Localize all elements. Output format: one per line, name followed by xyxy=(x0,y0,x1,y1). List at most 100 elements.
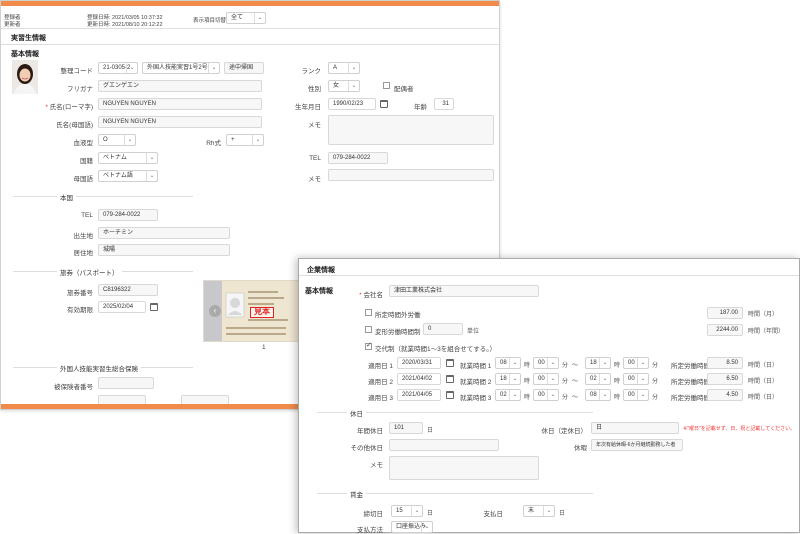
end-hour-select[interactable]: 08 ⌄ xyxy=(585,389,611,401)
name-field[interactable]: NGUYEN NGUYEN xyxy=(98,98,262,110)
sample-stamp: 見本 xyxy=(250,307,274,318)
start-hour-select[interactable]: 02 ⌄ xyxy=(495,389,521,401)
display-switch-select[interactable]: 全て ⌄ xyxy=(226,12,266,24)
holiday-memo-label: メモ xyxy=(370,462,383,469)
work-hours-label: 就業時間 1 xyxy=(460,363,492,370)
chevron-down-icon: ⌄ xyxy=(547,390,558,400)
flex-hours-label: 変形労働時間制 xyxy=(375,329,421,336)
flex-hours-checkbox[interactable] xyxy=(365,326,372,333)
hour-unit: 時 xyxy=(524,379,531,385)
rh-label: Rh式 xyxy=(206,140,221,147)
weekly-holiday-note: ※"曜日"を記載せず、日、祝と記載してください。 xyxy=(683,426,796,432)
end-minute-select[interactable]: 00 ⌄ xyxy=(623,357,649,369)
flex-hours-field[interactable]: 0 xyxy=(423,323,463,335)
tel-field[interactable]: 079-284-0022 xyxy=(328,152,388,164)
work-hours-label: 就業時間 2 xyxy=(460,379,492,386)
divider xyxy=(1,28,499,29)
memo2-label: メモ xyxy=(308,176,321,183)
calendar-icon[interactable] xyxy=(446,391,454,399)
address-field[interactable]: 城陽 xyxy=(98,244,230,256)
end-hour-select[interactable]: 02 ⌄ xyxy=(585,373,611,385)
period-date-field[interactable]: 2021/04/02 xyxy=(397,373,441,385)
chevron-down-icon: ⌄ xyxy=(547,374,558,384)
leave-field[interactable]: 年次有給休暇-6か月継続勤務した者 xyxy=(591,439,683,451)
end-minute-select[interactable]: 00 ⌄ xyxy=(623,389,649,401)
passport-image[interactable]: 見本 ‹ xyxy=(203,280,299,342)
rank-select[interactable]: A ⌄ xyxy=(328,62,360,74)
weekly-holiday-field[interactable]: 日 xyxy=(591,422,679,434)
blood-select[interactable]: O ⌄ xyxy=(98,134,136,146)
display-switch-label: 表示項目切替 xyxy=(193,18,227,24)
start-minute-select[interactable]: 00 ⌄ xyxy=(533,389,559,401)
calendar-icon[interactable] xyxy=(150,303,158,311)
shift-checkbox[interactable] xyxy=(365,341,372,350)
passport-no-field[interactable]: C8196322 xyxy=(98,284,158,296)
prescribed-hours-field[interactable]: 8.50 xyxy=(707,357,743,369)
weekly-holiday-label: 休日（定休日） xyxy=(541,428,588,435)
expiry-field[interactable]: 2025/02/04 xyxy=(98,301,146,313)
end-minute-select[interactable]: 00 ⌄ xyxy=(623,373,649,385)
annual-holidays-field[interactable]: 101 xyxy=(389,422,423,434)
insured-no-field[interactable] xyxy=(98,377,154,389)
home-tel-field[interactable]: 079-284-0022 xyxy=(98,209,158,221)
hour-unit: 時 xyxy=(614,379,621,385)
prescribed-hours-field[interactable]: 4.50 xyxy=(707,389,743,401)
minute-unit: 分 xyxy=(652,395,659,401)
start-minute-select[interactable]: 00 ⌄ xyxy=(533,357,559,369)
company-name-field[interactable]: 津田工業株式会社 xyxy=(389,285,539,297)
pay-method-select[interactable]: 口座振込み ⌄ xyxy=(391,521,433,533)
nationality-select[interactable]: ベトナム ⌄ xyxy=(98,152,158,164)
prescribed-hours-field[interactable]: 6.50 xyxy=(707,373,743,385)
minute-unit: 分 xyxy=(562,379,569,385)
monthly-hours-field[interactable]: 187.00 xyxy=(707,307,743,319)
insured-no-label: 被保険者番号 xyxy=(54,384,93,391)
chevron-down-icon: ⌄ xyxy=(599,358,610,368)
birth-field[interactable]: 1990/02/23 xyxy=(328,98,376,110)
passport-no-label: 旅券番号 xyxy=(67,290,93,297)
start-hour-select[interactable]: 08 ⌄ xyxy=(495,357,521,369)
native-name-field[interactable]: NGUYEN NGUYEN xyxy=(98,116,262,128)
language-select[interactable]: ベトナム語 ⌄ xyxy=(98,170,158,182)
period-date-field[interactable]: 2020/03/31 xyxy=(397,357,441,369)
other-holidays-field[interactable] xyxy=(389,439,499,451)
chevron-left-icon[interactable]: ‹ xyxy=(209,305,221,317)
annual-holidays-unit: 日 xyxy=(427,428,434,434)
shift-label: 交代制（就業時間1～3を組合せてする。） xyxy=(375,346,496,353)
age-field[interactable]: 31 xyxy=(434,98,454,110)
overtime-checkbox[interactable] xyxy=(365,309,372,316)
code-select[interactable]: 21-0305-2 ⌄ xyxy=(98,62,138,74)
cutoff-day-select[interactable]: 15 ⌄ xyxy=(391,505,423,517)
holiday-memo-textarea[interactable] xyxy=(389,456,539,480)
period-date-field[interactable]: 2021/04/05 xyxy=(397,389,441,401)
kana-field[interactable]: グエンゲエン xyxy=(98,80,262,92)
blood-label: 血液型 xyxy=(73,140,94,147)
calendar-icon[interactable] xyxy=(380,100,388,108)
payday-select[interactable]: 末 ⌄ xyxy=(523,505,555,517)
divider xyxy=(13,196,193,197)
home-tel-label: TEL xyxy=(81,212,93,219)
calendar-icon[interactable] xyxy=(446,375,454,383)
memo-textarea[interactable] xyxy=(328,115,494,145)
start-minute-select[interactable]: 00 ⌄ xyxy=(533,373,559,385)
end-hour-select[interactable]: 18 ⌄ xyxy=(585,357,611,369)
calendar-icon[interactable] xyxy=(446,359,454,367)
day-hours-unit: 時間（日） xyxy=(748,379,779,385)
yearly-hours-unit: 時間（年間） xyxy=(748,329,785,335)
birthplace-field[interactable]: ホーチミン xyxy=(98,227,230,239)
minute-unit: 分 xyxy=(562,395,569,401)
start-hour-select[interactable]: 18 ⌄ xyxy=(495,373,521,385)
range-tilde: ～ xyxy=(572,363,579,369)
person-photo-icon xyxy=(12,60,38,94)
day-hours-unit: 時間（日） xyxy=(748,395,779,401)
program-select[interactable]: 外国人技能実習1号2号 ⌄ xyxy=(142,62,220,74)
spouse-checkbox[interactable] xyxy=(383,82,390,89)
avatar[interactable] xyxy=(12,60,38,94)
address-label: 居住地 xyxy=(73,250,94,257)
chevron-down-icon: ⌄ xyxy=(124,135,135,145)
memo2-field[interactable] xyxy=(328,169,494,181)
status-field[interactable]: 途中帰国 xyxy=(224,62,264,74)
yearly-hours-field[interactable]: 2244.00 xyxy=(707,324,743,336)
sex-select[interactable]: 女 ⌄ xyxy=(328,80,360,92)
page-title: 実習生情報 xyxy=(11,35,46,42)
rh-select[interactable]: + ⌄ xyxy=(226,134,264,146)
